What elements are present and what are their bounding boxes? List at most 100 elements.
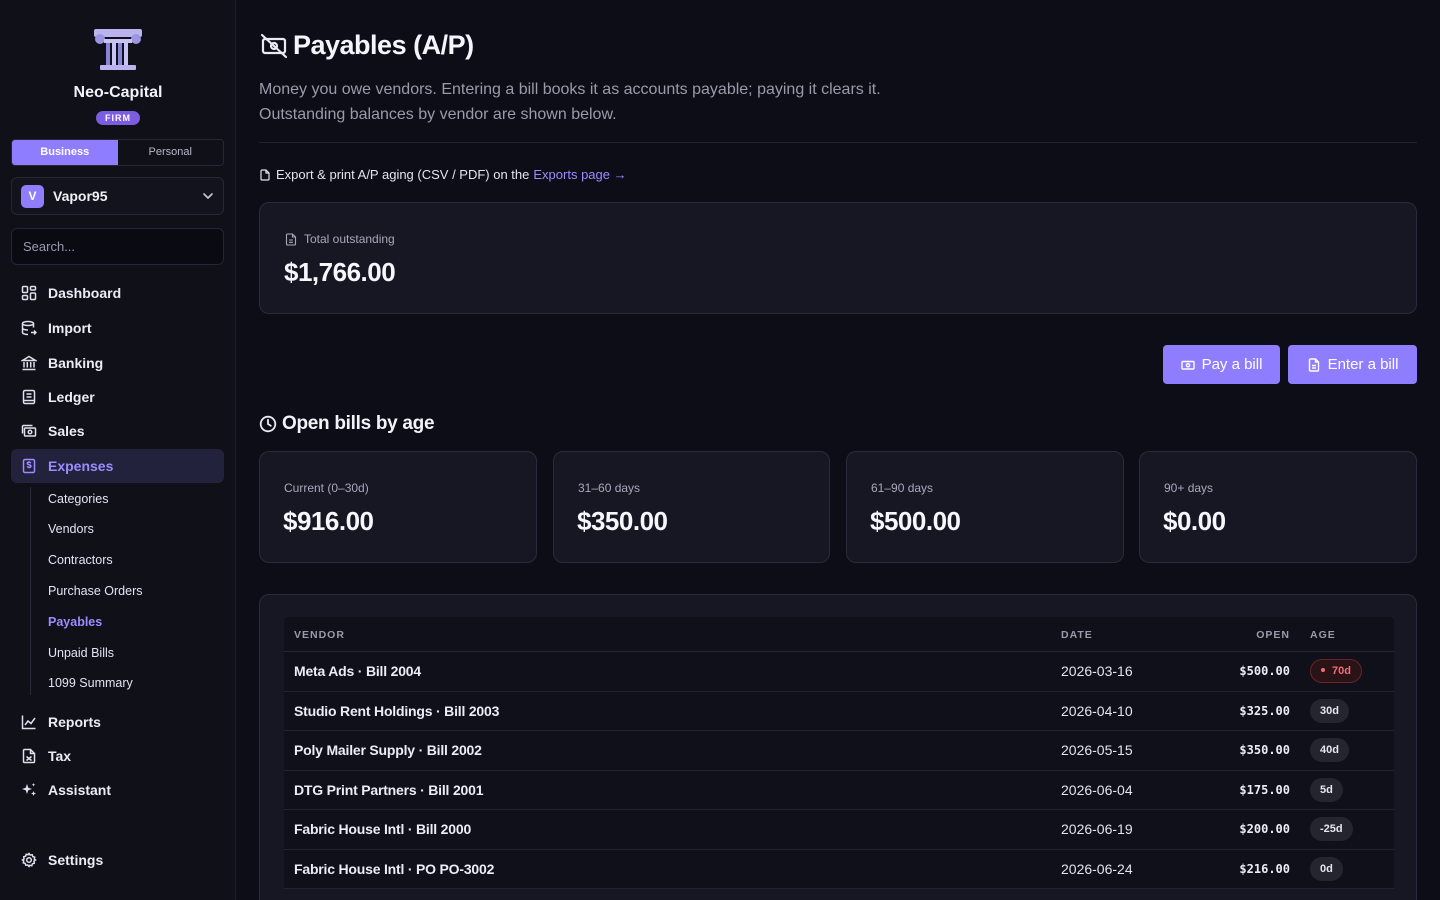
aging-value: $500.00 bbox=[870, 506, 961, 536]
chevron-down-icon bbox=[203, 193, 213, 199]
chart-line-icon bbox=[21, 715, 36, 730]
nav-label: Banking bbox=[48, 355, 104, 371]
nav-label: Dashboard bbox=[48, 285, 122, 301]
table-row[interactable]: Meta Ads · Bill 2004 2026-03-16 $500.00 70d bbox=[284, 652, 1394, 692]
nav-label: Assistant bbox=[48, 782, 112, 798]
column-header-age[interactable]: AGE bbox=[1310, 629, 1336, 641]
brand-name: Neo-Capital bbox=[73, 84, 163, 101]
mode-business-button[interactable]: Business bbox=[12, 140, 118, 165]
aging-value: $0.00 bbox=[1163, 506, 1226, 536]
age-badge: 0d bbox=[1310, 856, 1343, 881]
dashboard-icon bbox=[21, 285, 37, 301]
vendor-cell: DTG Print Partners · Bill 2001 bbox=[294, 781, 484, 798]
nav-label: Reports bbox=[48, 714, 101, 730]
nav-item-assistant[interactable]: Assistant bbox=[11, 773, 224, 807]
receipt-icon bbox=[22, 458, 36, 474]
database-import-icon bbox=[21, 320, 37, 336]
overdue-dot-icon bbox=[1321, 668, 1325, 673]
nav-item-dashboard[interactable]: Dashboard bbox=[11, 276, 224, 310]
nav-item-banking[interactable]: Banking bbox=[11, 346, 224, 380]
pay-bill-button[interactable]: Pay a bill bbox=[1163, 345, 1280, 384]
age-value: 5d bbox=[1320, 783, 1333, 796]
vendor-cell: Studio Rent Holdings · Bill 2003 bbox=[294, 702, 500, 719]
total-value: $1,766.00 bbox=[284, 257, 396, 287]
aging-value: $350.00 bbox=[577, 506, 668, 536]
divider bbox=[259, 142, 1417, 143]
aging-card-current: Current (0–30d) $916.00 bbox=[259, 451, 537, 563]
description-line: Money you owe vendors. Entering a bill b… bbox=[259, 81, 881, 98]
subnav-payables[interactable]: Payables bbox=[48, 615, 102, 629]
nav-label: Ledger bbox=[48, 389, 95, 405]
subnav-purchase-orders[interactable]: Purchase Orders bbox=[48, 584, 142, 598]
date-cell: 2026-06-24 bbox=[1061, 860, 1133, 877]
aging-section-header: Open bills by age bbox=[259, 413, 435, 435]
mode-toggle: Business Personal bbox=[11, 139, 224, 166]
table-row[interactable]: DTG Print Partners · Bill 2001 2026-06-04… bbox=[284, 771, 1394, 810]
date-cell: 2026-06-19 bbox=[1061, 821, 1133, 837]
receipt-off-icon bbox=[260, 33, 288, 59]
column-header-vendor[interactable]: VENDOR bbox=[294, 629, 345, 641]
open-amount-cell: $325.00 bbox=[1239, 703, 1290, 718]
nav-item-reports[interactable]: Reports bbox=[11, 705, 224, 739]
submenu-rail bbox=[30, 487, 31, 695]
total-outstanding-card: Total outstanding $1,766.00 bbox=[259, 202, 1417, 314]
nav-item-ledger[interactable]: Ledger bbox=[11, 380, 224, 414]
clock-icon bbox=[259, 415, 277, 433]
gear-icon bbox=[21, 852, 37, 868]
table-body: Meta Ads · Bill 2004 2026-03-16 $500.00 70d… bbox=[284, 652, 1394, 889]
table-row[interactable]: Fabric House Intl · PO PO-3002 2026-06-24… bbox=[284, 850, 1394, 889]
age-value: 0d bbox=[1320, 862, 1333, 875]
age-value: -25d bbox=[1320, 823, 1343, 835]
vendor-cell: Fabric House Intl · PO PO-3002 bbox=[294, 860, 495, 877]
age-badge: -25d bbox=[1310, 817, 1353, 841]
sidebar: Neo-Capital FIRM Business Personal V Vap… bbox=[0, 0, 236, 900]
nav-item-import[interactable]: Import bbox=[11, 311, 224, 345]
date-cell: 2026-04-10 bbox=[1061, 702, 1133, 719]
date-cell: 2026-05-15 bbox=[1061, 742, 1133, 758]
ledger-book-icon bbox=[22, 389, 36, 405]
table-row[interactable]: Poly Mailer Supply · Bill 2002 2026-05-15… bbox=[284, 731, 1394, 771]
description-line: Outstanding balances by vendor are shown… bbox=[259, 106, 617, 123]
pay-bill-label: Pay a bill bbox=[1201, 356, 1263, 373]
mode-personal-button[interactable]: Personal bbox=[118, 140, 224, 165]
invoice-icon bbox=[285, 232, 297, 246]
aging-title: Open bills by age bbox=[282, 413, 435, 434]
open-bills-table: VENDOR DATE OPEN AGE Meta Ads · Bill 200… bbox=[284, 617, 1394, 889]
nav-label: Tax bbox=[48, 748, 72, 764]
open-amount-cell: $350.00 bbox=[1239, 743, 1290, 757]
workspace-avatar: V bbox=[21, 185, 44, 208]
file-icon bbox=[260, 168, 270, 181]
aging-card-31-60: 31–60 days $350.00 bbox=[553, 451, 830, 563]
column-header-date[interactable]: DATE bbox=[1061, 629, 1093, 641]
date-cell: 2026-03-16 bbox=[1061, 663, 1133, 679]
column-header-open[interactable]: OPEN bbox=[1256, 629, 1290, 641]
exports-page-link[interactable]: Exports page → bbox=[533, 167, 626, 182]
age-value: 30d bbox=[1320, 704, 1339, 717]
open-amount-cell: $200.00 bbox=[1239, 822, 1290, 836]
subnav-1099-summary[interactable]: 1099 Summary bbox=[48, 676, 133, 690]
nav-item-tax[interactable]: Tax bbox=[11, 739, 224, 773]
aging-label: 90+ days bbox=[1164, 481, 1214, 495]
total-label-row: Total outstanding bbox=[285, 232, 395, 246]
nav-item-expenses[interactable]: Expenses bbox=[11, 449, 224, 483]
nav-label: Sales bbox=[48, 423, 85, 439]
nav-item-settings[interactable]: Settings bbox=[11, 843, 224, 877]
aging-value: $916.00 bbox=[283, 506, 374, 536]
age-badge: 30d bbox=[1310, 698, 1349, 723]
aging-card-90-plus: 90+ days $0.00 bbox=[1139, 451, 1417, 563]
nav-label: Expenses bbox=[48, 458, 114, 474]
enter-bill-button[interactable]: Enter a bill bbox=[1288, 345, 1417, 384]
table-row[interactable]: Studio Rent Holdings · Bill 2003 2026-04-… bbox=[284, 692, 1394, 731]
search-input[interactable] bbox=[11, 228, 224, 265]
nav-item-sales[interactable]: Sales bbox=[11, 414, 224, 448]
age-value: 40d bbox=[1320, 744, 1339, 756]
subnav-contractors[interactable]: Contractors bbox=[48, 553, 113, 567]
date-cell: 2026-06-04 bbox=[1061, 781, 1133, 798]
subnav-categories[interactable]: Categories bbox=[48, 492, 108, 506]
subnav-vendors[interactable]: Vendors bbox=[48, 522, 94, 536]
table-row[interactable]: Fabric House Intl · Bill 2000 2026-06-19 $… bbox=[284, 810, 1394, 850]
workspace-selector[interactable]: V Vapor95 bbox=[11, 177, 224, 215]
open-amount-cell: $216.00 bbox=[1239, 861, 1290, 876]
subnav-unpaid-bills[interactable]: Unpaid Bills bbox=[48, 646, 114, 660]
column-logo-icon bbox=[94, 29, 142, 70]
